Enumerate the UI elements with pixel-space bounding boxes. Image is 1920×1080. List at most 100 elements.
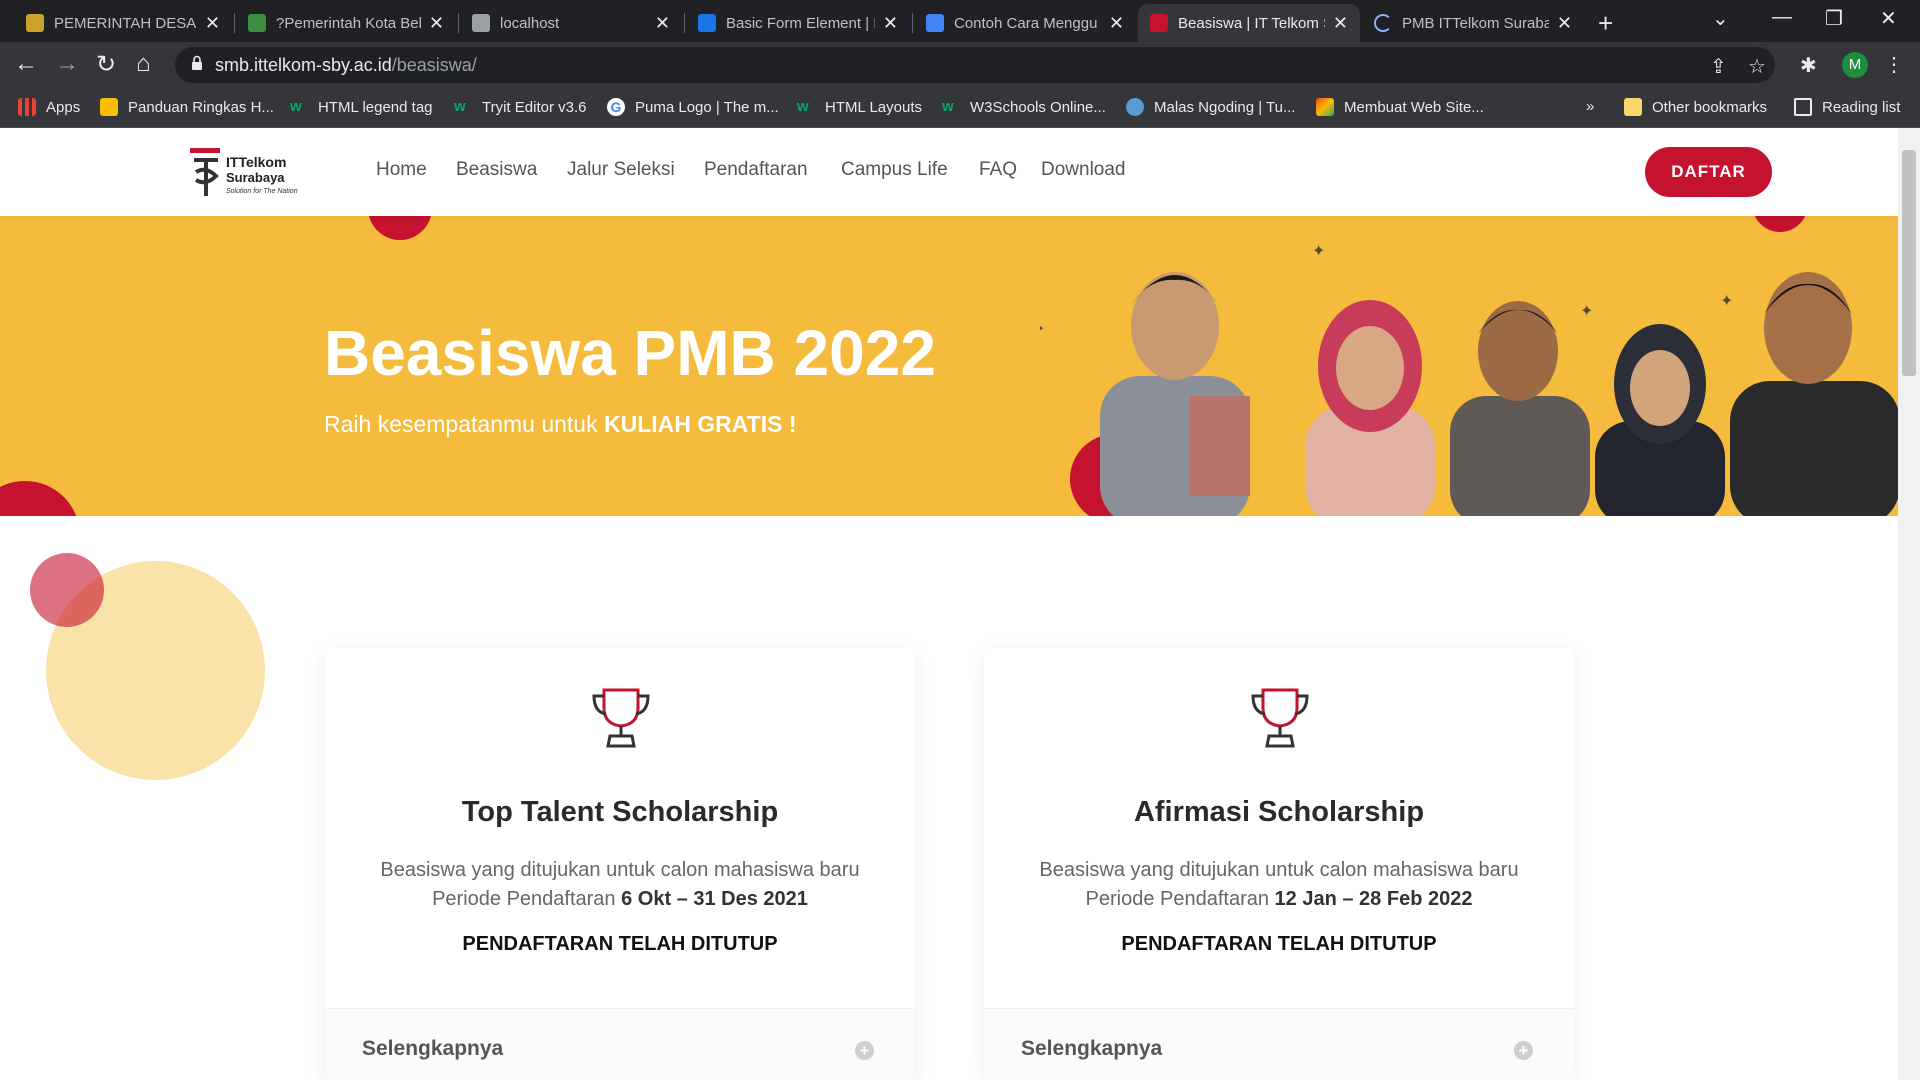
bookmark-label: Apps <box>46 98 81 116</box>
nav-beasiswa[interactable]: Beasiswa <box>456 159 537 181</box>
close-icon[interactable]: ✕ <box>883 13 898 34</box>
hero-banner: Beasiswa PMB 2022 Raih kesempatanmu untu… <box>0 216 1898 516</box>
w3schools-icon: w <box>454 98 466 115</box>
reload-icon[interactable]: ↻ <box>96 50 116 79</box>
bookmark-html-legend[interactable]: w HTML legend tag <box>290 98 433 116</box>
logo-line2: Surabaya <box>226 170 285 185</box>
bookmark-label: HTML legend tag <box>318 98 433 116</box>
nav-faq[interactable]: FAQ <box>979 159 1017 181</box>
card-accordion[interactable]: Selengkapnya + <box>325 1008 915 1080</box>
logo-tagline: Solution for The Nation <box>226 188 298 195</box>
google-icon: G <box>607 98 625 116</box>
tab-strip: PEMERINTAH DESA - I ✕ ?Pemerintah Kota B… <box>0 0 1920 42</box>
tab-separator <box>234 13 235 33</box>
tab-pemerintah-kota[interactable]: ?Pemerintah Kota Bek ✕ <box>236 4 456 42</box>
card-period-label: Periode Pendaftaran <box>432 888 622 910</box>
card-period-label: Periode Pendaftaran <box>1085 888 1275 910</box>
bookmarks-overflow-button[interactable]: » <box>1586 98 1594 115</box>
tab-title: localhost <box>500 14 560 32</box>
bookmark-puma-logo[interactable]: G Puma Logo | The m... <box>607 98 779 116</box>
nav-home[interactable]: Home <box>376 159 427 181</box>
card-accordion[interactable]: Selengkapnya + <box>984 1008 1574 1080</box>
new-tab-button[interactable]: + <box>1598 8 1613 39</box>
nav-pendaftaran[interactable]: Pendaftaran <box>704 159 808 181</box>
browser-toolbar: ← → ↻ ⌂ smb.ittelkom-sby.ac.id/beasiswa/… <box>0 42 1920 90</box>
back-arrow-icon[interactable]: ← <box>14 50 38 78</box>
close-icon[interactable]: ✕ <box>1109 13 1124 34</box>
extensions-puzzle-icon[interactable]: ✱ <box>1800 53 1817 78</box>
url-path: /beasiswa/ <box>391 54 477 75</box>
graduation-cap-icon <box>698 14 716 32</box>
tab-separator <box>684 13 685 33</box>
sparkle-icon: ✦ <box>1580 303 1593 320</box>
tab-beasiswa[interactable]: Beasiswa | IT Telkom S ✕ <box>1138 4 1360 42</box>
nav-download[interactable]: Download <box>1041 159 1126 181</box>
profile-avatar[interactable]: M <box>1842 52 1868 78</box>
plus-icon[interactable]: + <box>1514 1041 1533 1060</box>
tab-title: PEMERINTAH DESA - I <box>54 14 197 32</box>
ittelkom-logo[interactable]: ITTelkom Surabaya Solution for The Natio… <box>186 142 316 204</box>
window-close-icon[interactable]: ✕ <box>1880 6 1897 31</box>
bookmark-html-layouts[interactable]: w HTML Layouts <box>797 98 922 116</box>
address-bar[interactable]: smb.ittelkom-sby.ac.id/beasiswa/ ⇪ ☆ <box>175 47 1775 83</box>
bookmark-tryit[interactable]: w Tryit Editor v3.6 <box>454 98 586 116</box>
tab-title: Contoh Cara Menggu <box>954 14 1098 32</box>
card-description: Beasiswa yang ditujukan untuk calon maha… <box>984 856 1574 914</box>
tab-localhost[interactable]: localhost ✕ <box>460 4 682 42</box>
xampp-icon <box>472 14 490 32</box>
scrollbar-thumb[interactable] <box>1902 150 1916 376</box>
bookmark-apps[interactable]: Apps <box>18 98 80 116</box>
card-period: Periode Pendaftaran 6 Okt – 31 Des 2021 <box>325 885 915 914</box>
logo-line1: ITTelkom <box>226 154 287 170</box>
tab-title: ?Pemerintah Kota Bek <box>276 14 421 32</box>
reading-list-button[interactable]: Reading list <box>1794 98 1900 116</box>
card-period-value: 6 Okt – 31 Des 2021 <box>621 888 808 910</box>
card-more-label[interactable]: Selengkapnya <box>362 1037 503 1061</box>
site-favicon-icon <box>100 98 118 116</box>
decor-red-circle <box>30 553 104 627</box>
page-scrollbar[interactable] <box>1898 128 1920 1080</box>
close-icon[interactable]: ✕ <box>205 13 220 34</box>
card-more-label[interactable]: Selengkapnya <box>1021 1037 1162 1061</box>
minimize-icon[interactable]: — <box>1772 6 1792 29</box>
site-favicon-icon <box>26 14 44 32</box>
card-title: Top Talent Scholarship <box>461 796 779 828</box>
bookmark-label: Panduan Ringkas H... <box>128 98 274 116</box>
daftar-button[interactable]: DAFTAR <box>1645 147 1772 197</box>
close-icon[interactable]: ✕ <box>1557 13 1572 34</box>
site-header: ITTelkom Surabaya Solution for The Natio… <box>0 128 1898 216</box>
tab-basic-form[interactable]: Basic Form Element | I ✕ <box>686 4 910 42</box>
student-3 <box>1450 301 1590 516</box>
forward-arrow-icon[interactable]: → <box>55 50 79 78</box>
bookmark-malas-ngoding[interactable]: Malas Ngoding | Tu... <box>1126 98 1295 116</box>
tab-title: Beasiswa | IT Telkom S <box>1178 14 1325 32</box>
hero-students-photo: ✦ ✦ ✦ ✦ <box>1040 243 1898 516</box>
close-icon[interactable]: ✕ <box>655 13 670 34</box>
sparkle-icon: ✦ <box>1312 243 1325 260</box>
bookmark-label: HTML Layouts <box>825 98 922 116</box>
bookmark-w3schools[interactable]: w W3Schools Online... <box>942 98 1106 116</box>
nav-jalur-seleksi[interactable]: Jalur Seleksi <box>567 159 675 181</box>
tab-title: PMB ITTelkom Suraba <box>1402 14 1549 32</box>
tab-pemerintah-desa[interactable]: PEMERINTAH DESA - I ✕ <box>14 4 232 42</box>
nav-campus-life[interactable]: Campus Life <box>841 159 948 181</box>
home-icon[interactable]: ⌂ <box>136 50 151 78</box>
share-icon[interactable]: ⇪ <box>1710 54 1727 79</box>
bookmark-star-icon[interactable]: ☆ <box>1748 54 1766 79</box>
w3schools-icon: w <box>797 98 809 115</box>
bookmark-panduan[interactable]: Panduan Ringkas H... <box>100 98 274 116</box>
trophy-icon <box>1251 688 1309 748</box>
tab-search-chevron-icon[interactable]: ⌄ <box>1712 6 1729 31</box>
close-icon[interactable]: ✕ <box>1333 13 1348 34</box>
other-bookmarks-folder[interactable]: Other bookmarks <box>1624 98 1767 116</box>
bookmark-label: Tryit Editor v3.6 <box>482 98 587 116</box>
plus-icon[interactable]: + <box>855 1041 874 1060</box>
bookmark-membuat-web[interactable]: Membuat Web Site... <box>1316 98 1484 116</box>
restore-icon[interactable]: ❐ <box>1825 6 1843 31</box>
menu-kebab-icon[interactable]: ⋮ <box>1884 52 1904 77</box>
close-icon[interactable]: ✕ <box>429 13 444 34</box>
tab-contoh-cara[interactable]: Contoh Cara Menggu ✕ <box>914 4 1136 42</box>
tab-pmb-ittelkom[interactable]: PMB ITTelkom Suraba ✕ <box>1362 4 1584 42</box>
sparkle-icon: ✦ <box>1040 321 1045 338</box>
decor-red-circle <box>368 216 432 240</box>
